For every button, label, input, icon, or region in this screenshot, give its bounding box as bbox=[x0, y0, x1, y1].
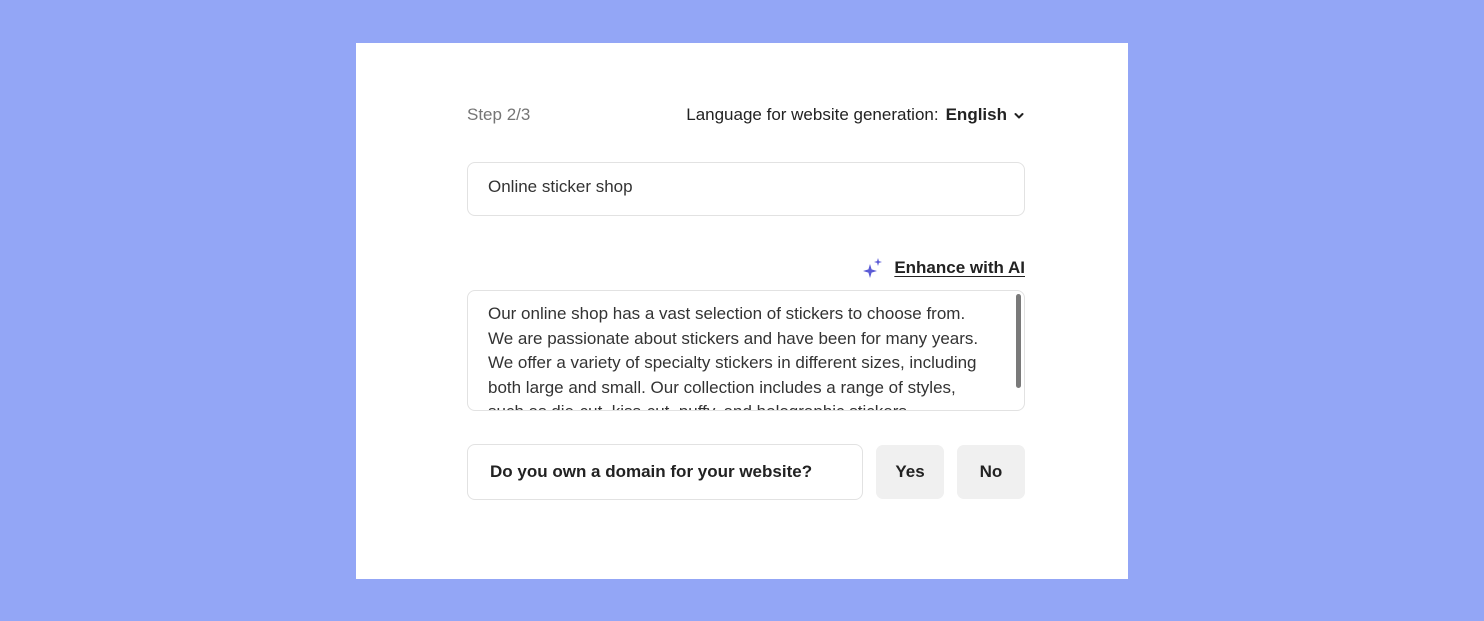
language-label: Language for website generation: bbox=[686, 105, 939, 124]
description-text: Our online shop has a vast selection of … bbox=[488, 304, 979, 410]
domain-question-box: Do you own a domain for your website? bbox=[467, 444, 863, 500]
business-name-value: Online sticker shop bbox=[488, 177, 633, 196]
description-textarea[interactable]: Our online shop has a vast selection of … bbox=[467, 290, 1025, 411]
language-selector[interactable]: Language for website generation: English bbox=[686, 103, 1025, 127]
no-button[interactable]: No bbox=[957, 445, 1025, 499]
enhance-with-ai-label[interactable]: Enhance with AI bbox=[894, 258, 1025, 278]
domain-question: Do you own a domain for your website? bbox=[490, 462, 813, 481]
business-name-input[interactable]: Online sticker shop bbox=[467, 162, 1025, 216]
domain-question-row: Do you own a domain for your website? Ye… bbox=[467, 444, 1025, 500]
description-scrollbar[interactable] bbox=[1016, 294, 1021, 388]
yes-button[interactable]: Yes bbox=[876, 445, 944, 499]
enhance-with-ai-link[interactable]: Enhance with AI bbox=[861, 256, 1025, 280]
language-value[interactable]: English bbox=[946, 103, 1007, 127]
chevron-down-icon[interactable] bbox=[1013, 110, 1025, 122]
step-indicator: Step 2/3 bbox=[467, 105, 531, 124]
sparkles-icon bbox=[863, 258, 883, 278]
wizard-header: Step 2/3 Language for website generation… bbox=[467, 103, 1025, 127]
wizard-card: Step 2/3 Language for website generation… bbox=[356, 43, 1128, 579]
